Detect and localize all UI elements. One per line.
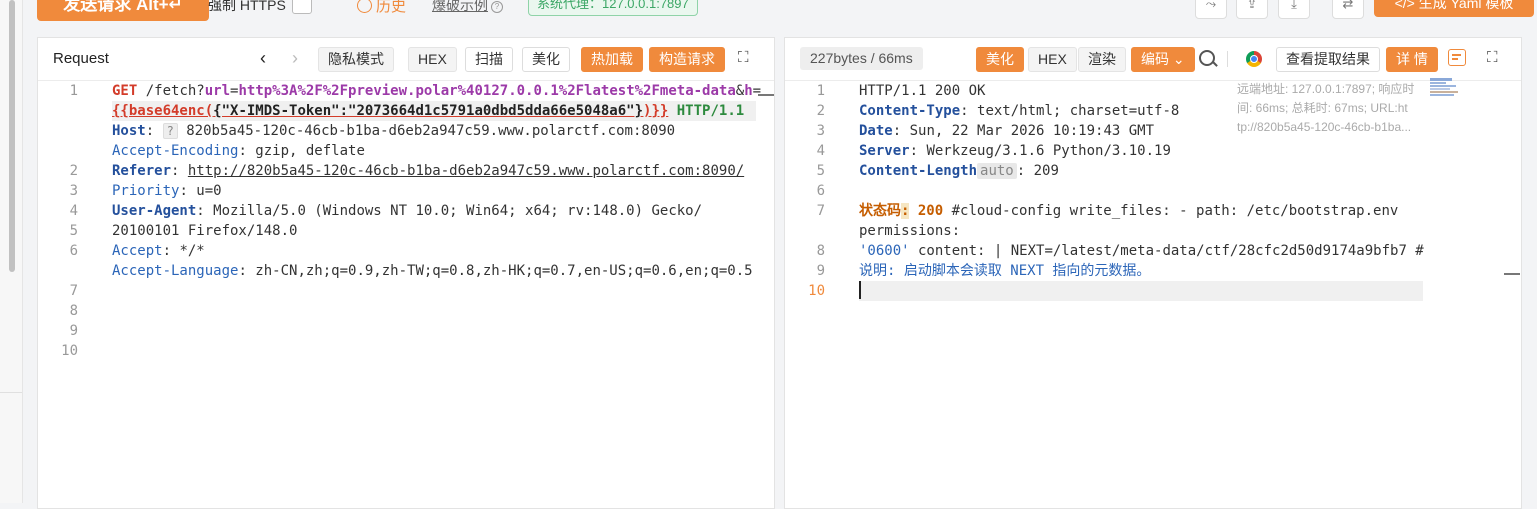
header-host: Host: ? 820b5a45-120c-46cb-b1ba-d6eb2a94… (112, 123, 676, 139)
status-line: HTTP/1.1 200 OK (859, 83, 986, 99)
request-title: Request (53, 50, 109, 67)
brute-example-link[interactable]: 爆破示例? (432, 0, 503, 15)
request-line: GET /fetch?url=http%3A%2F%2Fpreview.pola… (112, 83, 762, 99)
swap-icon[interactable]: ⇄ (1332, 0, 1364, 19)
header-user-agent: User-Agent: Mozilla/5.0 (Windows NT 10.0… (112, 203, 703, 219)
header-user-agent-cont: 20100101 Firefox/148.0 (112, 223, 298, 239)
line-number: 5 (816, 163, 825, 179)
header-priority: Priority: u=0 (112, 183, 222, 199)
line-number: 3 (69, 183, 78, 199)
response-body-line: permissions: (859, 223, 961, 239)
expand-icon[interactable]: ⛶ (1487, 49, 1498, 66)
chevron-down-icon: ⌄ (1172, 51, 1185, 67)
history-label: 历史 (376, 0, 407, 15)
detail-button[interactable]: 详 情 (1386, 47, 1438, 72)
line-number: 8 (69, 303, 78, 319)
render-button[interactable]: 渲染 (1078, 47, 1126, 72)
response-meta-info: 远端地址: 127.0.0.1:7897; 响应时 间: 66ms; 总耗时: … (1237, 82, 1415, 134)
line-number: 1 (69, 83, 78, 99)
line-number: 4 (816, 143, 825, 159)
encoding-dropdown[interactable]: 编码 ⌄ (1131, 47, 1195, 72)
line-number: 8 (816, 243, 825, 259)
header-date: Date: Sun, 22 Mar 2026 10:19:43 GMT (859, 123, 1155, 139)
response-beautify-button[interactable]: 美化 (976, 47, 1024, 72)
header-accept-language: Accept-Language: zh-CN,zh;q=0.9,zh-TW;q=… (112, 263, 753, 279)
chrome-icon[interactable] (1246, 51, 1262, 67)
divider (1227, 51, 1228, 67)
header-accept-encoding: Accept-Encoding: gzip, deflate (112, 143, 365, 159)
top-toolbar: 发送请求 Alt+↵ 强制 HTTPS 历史 爆破示例? 系统代理：127.0.… (22, 0, 1537, 30)
privacy-mode-button[interactable]: 隐私模式 (318, 47, 394, 72)
brute-example-label: 爆破示例 (432, 0, 488, 13)
expand-icon[interactable]: ⛶ (738, 49, 749, 66)
request-line: {{base64enc({"X-IMDS-Token":"2073664d1c5… (112, 101, 756, 121)
line-number: 10 (808, 283, 825, 299)
response-body-line: 状态码: 200 #cloud-config write_files: - pa… (859, 203, 1399, 219)
search-icon[interactable] (1199, 50, 1215, 66)
line-number: 3 (816, 123, 825, 139)
response-body-line: 说明: 启动脚本会读取 NEXT 指向的元数据。 (859, 263, 1151, 279)
force-https-label: 强制 HTTPS (208, 0, 286, 13)
line-number: 1 (816, 83, 825, 99)
header-server: Server: Werkzeug/3.1.6 Python/3.10.19 (859, 143, 1171, 159)
header-content-type: Content-Type: text/html; charset=utf-8 (859, 103, 1180, 119)
help-icon: ? (491, 1, 503, 13)
left-scrollbar[interactable] (0, 0, 23, 503)
line-number: 4 (69, 203, 78, 219)
construct-request-button[interactable]: 构造请求 (649, 47, 725, 72)
line-number: 5 (69, 223, 78, 239)
line-number: 9 (69, 323, 78, 339)
chevron-right-icon[interactable]: › (292, 48, 298, 69)
force-https-checkbox[interactable] (292, 0, 312, 14)
history-button[interactable]: 历史 (357, 0, 406, 16)
view-extract-results-button[interactable]: 查看提取结果 (1276, 47, 1380, 72)
request-panel: Request ‹ › 隐私模式 HEX 扫描 美化 热加载 构造请求 ⛶ 1 … (37, 37, 775, 509)
header-accept: Accept: */* (112, 243, 205, 259)
hot-load-button[interactable]: 热加载 (581, 47, 643, 72)
text-cursor (859, 281, 861, 299)
upload-icon[interactable]: ⇪ (1236, 0, 1268, 19)
host-hint-tag: ? (162, 123, 178, 139)
minimap-preview (1430, 78, 1458, 96)
system-proxy-badge[interactable]: 系统代理：127.0.0.1:7897 (528, 0, 698, 16)
comment-icon[interactable] (1448, 49, 1466, 66)
download-icon[interactable]: ⤓ (1278, 0, 1310, 19)
line-number: 2 (69, 163, 78, 179)
response-size-time: 227bytes / 66ms (800, 47, 923, 70)
divider (0, 392, 22, 393)
line-number: 6 (69, 243, 78, 259)
share-icon[interactable]: ⤳ (1195, 0, 1227, 19)
line-number: 7 (69, 283, 78, 299)
request-beautify-button[interactable]: 美化 (522, 47, 570, 72)
line-number: 7 (816, 203, 825, 219)
left-scrollbar-thumb[interactable] (9, 0, 15, 272)
auto-hint: auto (977, 163, 1017, 179)
request-header: Request ‹ › 隐私模式 HEX 扫描 美化 热加载 构造请求 ⛶ (38, 38, 774, 81)
request-hex-button[interactable]: HEX (408, 47, 457, 72)
line-number: 10 (61, 343, 78, 359)
generate-yaml-template-button[interactable]: </> 生成 Yaml 模板 (1374, 0, 1534, 17)
chevron-left-icon[interactable]: ‹ (260, 48, 266, 69)
line-number: 2 (816, 103, 825, 119)
response-header: 227bytes / 66ms 美化 HEX 渲染 编码 ⌄ 查看提取结果 详 … (785, 38, 1521, 81)
header-referer: Referer: http://820b5a45-120c-46cb-b1ba-… (112, 163, 745, 179)
minimap-marker (1504, 273, 1520, 276)
send-request-button[interactable]: 发送请求 Alt+↵ (37, 0, 209, 21)
line-number: 6 (816, 183, 825, 199)
line-number: 9 (816, 263, 825, 279)
minimap-marker (758, 94, 774, 97)
scan-button[interactable]: 扫描 (465, 47, 513, 72)
clock-icon (357, 0, 372, 13)
cursor-line (859, 281, 1423, 301)
response-body-line: '0600' content: | NEXT=/latest/meta-data… (859, 243, 1424, 259)
header-content-length: Content-Length auto: 209 (859, 163, 1059, 179)
response-hex-button[interactable]: HEX (1028, 47, 1077, 72)
